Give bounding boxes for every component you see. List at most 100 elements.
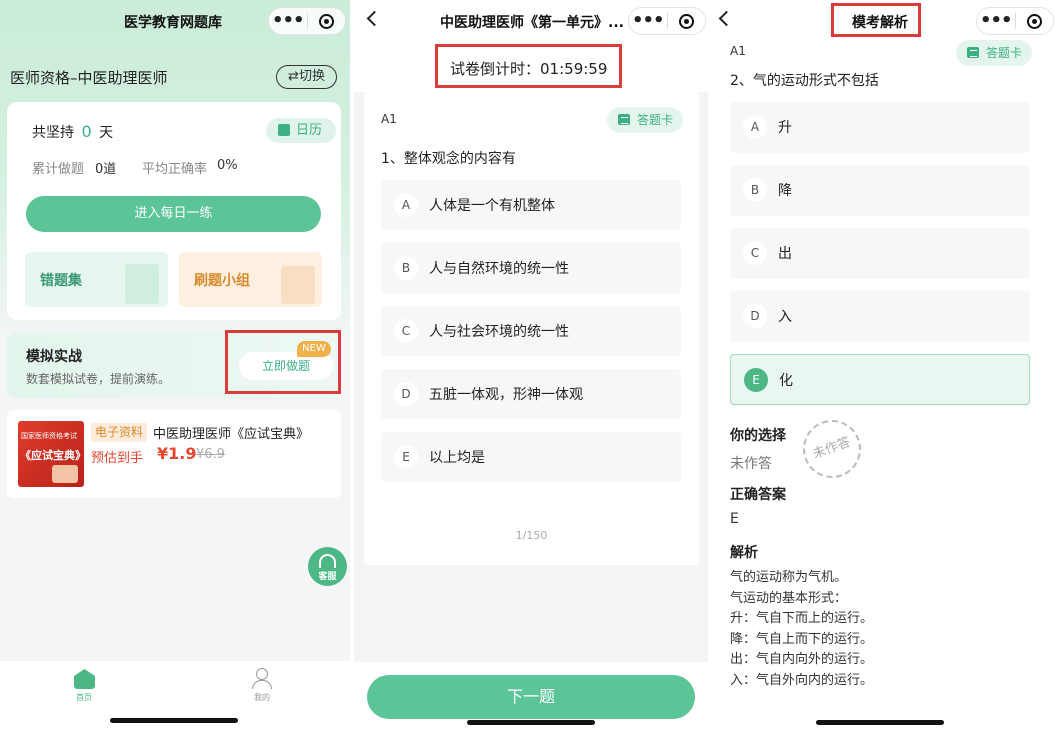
- option-text: 五脏一体观，形神一体观: [429, 387, 583, 403]
- option-b[interactable]: B 人与自然环境的统一性: [381, 243, 681, 293]
- miniprogram-capsule: •••: [628, 7, 706, 35]
- close-miniprogram-icon[interactable]: [667, 13, 705, 29]
- calendar-label: 日历: [296, 123, 323, 138]
- option-key: B: [394, 256, 418, 280]
- highlight-box: [225, 330, 341, 394]
- wrong-set-card[interactable]: 错题集: [25, 252, 168, 307]
- stats-card: 共坚持 0 天 日历 累计做题 0道 平均正确率 0% 进入每日一练 错题集 刷…: [7, 102, 341, 320]
- question-card: A1 答题卡 1、整体观念的内容有 A 人体是一个有机整体 B 人与自然环境的统一性 C…: [364, 92, 699, 565]
- option-text: 入: [778, 309, 792, 325]
- option-b[interactable]: B降: [730, 165, 1030, 216]
- option-key: B: [743, 178, 767, 202]
- estimate-label: 预估到手: [91, 451, 144, 466]
- wrong-set-label: 错题集: [40, 273, 82, 289]
- highlight-box: [831, 3, 921, 37]
- option-text: 以上均是: [429, 450, 485, 466]
- option-key: C: [394, 319, 418, 343]
- accuracy-label: 平均正确率: [142, 162, 208, 177]
- option-text: 人与自然环境的统一性: [429, 261, 569, 277]
- qualification-label: 医师资格–中医助理医师: [10, 69, 168, 87]
- streak-suffix: 天: [99, 125, 114, 141]
- option-text: 出: [778, 246, 792, 262]
- option-text: 降: [778, 183, 792, 199]
- option-key: E: [744, 368, 768, 392]
- option-d[interactable]: D入: [730, 291, 1030, 342]
- option-a[interactable]: A 人体是一个有机整体: [381, 180, 681, 230]
- option-a[interactable]: A升: [730, 102, 1030, 153]
- option-c[interactable]: C出: [730, 228, 1030, 279]
- option-key: C: [743, 241, 767, 265]
- option-text: 人与社会环境的统一性: [429, 324, 569, 340]
- option-key: A: [394, 193, 418, 217]
- tab-home[interactable]: 首页: [64, 665, 104, 707]
- accuracy-value: 0%: [217, 158, 238, 173]
- scroll-icon: [281, 266, 315, 304]
- answer-card-button[interactable]: 答题卡: [607, 107, 684, 133]
- more-icon[interactable]: •••: [977, 10, 1015, 32]
- analysis-line: 入：气自外向内的运行。: [730, 672, 874, 688]
- app-title: 医学教育网题库: [124, 15, 222, 31]
- analysis-line: 气的运动称为气机。: [730, 570, 848, 585]
- cover-line2: 《应试宝典》: [20, 449, 86, 462]
- option-key: D: [394, 382, 418, 406]
- back-icon[interactable]: [718, 10, 735, 27]
- user-icon: [256, 668, 268, 680]
- service-label: 客服: [318, 572, 337, 582]
- your-choice-value: 未作答: [730, 456, 772, 472]
- miniprogram-capsule: •••: [976, 7, 1054, 35]
- tab-mine[interactable]: 我的: [242, 665, 282, 707]
- page-indicator: 1/150: [515, 529, 548, 542]
- analysis-screen: 模考解析 ••• A1 答题卡 2、气的运动形式不包括 A升B降C出D入E化 你…: [712, 0, 1059, 731]
- option-c[interactable]: C 人与社会环境的统一性: [381, 306, 681, 356]
- option-d[interactable]: D 五脏一体观，形神一体观: [381, 369, 681, 419]
- section-label: A1: [730, 44, 746, 58]
- close-miniprogram-icon[interactable]: [307, 13, 345, 29]
- next-question-button[interactable]: 下一题: [367, 675, 695, 719]
- more-icon[interactable]: •••: [269, 10, 307, 32]
- product-name: 中医助理医师《应试宝典》: [153, 427, 310, 442]
- customer-service-button[interactable]: 客服: [308, 547, 347, 586]
- home-indicator: [467, 720, 595, 725]
- home-indicator: [110, 718, 238, 723]
- product-price: ¥1.9: [157, 444, 197, 463]
- product-tag: 电子资料: [91, 423, 148, 442]
- user-icon-body: [252, 680, 272, 689]
- exam-screen: 中医助理医师《第一单元》... ••• 试卷倒计时：01:59:59 A1 答题…: [354, 0, 708, 731]
- exam-title: 中医助理医师《第一单元》...: [440, 15, 624, 31]
- analysis-content: 气的运动称为气机。 气运动的基本形式： 升：气自下而上的运行。 降：气自上而下的…: [730, 568, 873, 691]
- daily-practice-button[interactable]: 进入每日一练: [26, 196, 321, 232]
- study-group-card[interactable]: 刷题小组: [179, 252, 322, 307]
- tab-home-label: 首页: [76, 693, 92, 702]
- product-card[interactable]: 国家医师资格考试 《应试宝典》 电子资料 中医助理医师《应试宝典》 预估到手 ¥…: [7, 410, 341, 498]
- calendar-button[interactable]: 日历: [266, 118, 336, 143]
- option-key: A: [743, 115, 767, 139]
- option-e[interactable]: E 以上均是: [381, 432, 681, 482]
- study-group-label: 刷题小组: [194, 273, 250, 289]
- analysis-line: 出：气自内向外的运行。: [730, 652, 874, 667]
- streak-text: 共坚持 0 天: [32, 122, 113, 142]
- home-indicator: [816, 720, 944, 725]
- more-icon[interactable]: •••: [629, 10, 667, 32]
- headset-icon: [319, 554, 336, 568]
- home-icon: [74, 669, 95, 689]
- analysis-label: 解析: [730, 545, 758, 561]
- question-text: 2、气的运动形式不包括: [730, 73, 879, 89]
- answer-card-button[interactable]: 答题卡: [956, 40, 1033, 66]
- unanswered-stamp: 未作答: [794, 411, 870, 487]
- option-key: E: [394, 445, 418, 469]
- total-label: 累计做题: [32, 162, 85, 177]
- correct-answer-value: E: [730, 511, 739, 527]
- highlight-box: [435, 44, 622, 88]
- product-cover-image: 国家医师资格考试 《应试宝典》: [18, 421, 86, 487]
- streak-days: 0: [81, 122, 92, 141]
- calendar-icon: [278, 124, 290, 136]
- question-text: 1、整体观念的内容有: [381, 151, 516, 167]
- notebook-icon: [125, 264, 159, 304]
- total-value: 0道: [95, 162, 117, 177]
- your-choice-label: 你的选择: [730, 428, 786, 444]
- option-key: D: [743, 304, 767, 328]
- close-miniprogram-icon[interactable]: [1015, 13, 1053, 29]
- option-e[interactable]: E化: [730, 354, 1030, 405]
- option-text: 人体是一个有机整体: [429, 198, 555, 214]
- switch-button[interactable]: ⇄切换: [276, 65, 337, 89]
